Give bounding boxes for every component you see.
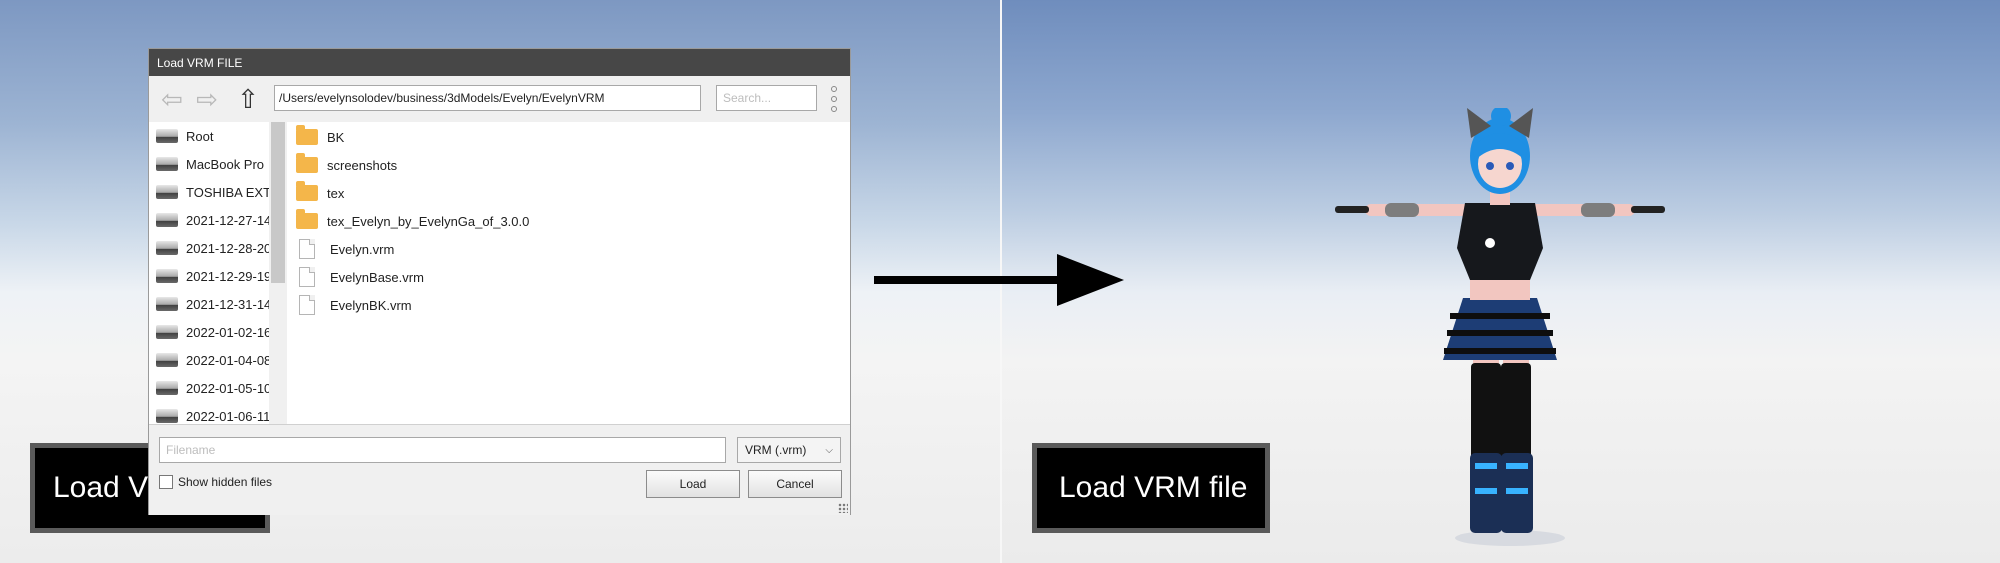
forward-arrow-icon[interactable]: ⇨ <box>192 84 222 114</box>
sidebar-item-drive[interactable]: 2022-01-02-16 <box>156 318 276 346</box>
resize-grip-icon[interactable] <box>838 503 848 513</box>
file-list: BK screenshots tex tex_Evelyn_by_EvelynG… <box>288 122 850 424</box>
file-icon <box>299 295 315 315</box>
sidebar-item-label: 2021-12-29-19 <box>186 268 272 284</box>
sidebar-item-label: 2021-12-27-14 <box>186 212 272 228</box>
sidebar-item-drive[interactable]: 2021-12-28-20 <box>156 234 276 262</box>
dialog-title: Load VRM FILE <box>157 55 243 70</box>
sidebar-item-label: MacBook Pro <box>186 156 265 172</box>
file-name: tex_Evelyn_by_EvelynGa_of_3.0.0 <box>327 213 530 229</box>
folder-icon <box>296 209 318 229</box>
back-arrow-icon[interactable]: ⇦ <box>157 84 187 114</box>
drive-icon <box>156 185 178 199</box>
load-vrm-button-right-label: Load VRM file <box>1059 471 1248 504</box>
sidebar-item-drive[interactable]: 2022-01-06-11 <box>156 402 276 424</box>
filename-input[interactable]: Filename <box>159 437 726 463</box>
up-arrow-icon[interactable]: ⇧ <box>233 84 263 114</box>
drive-sidebar: Root MacBook Pro TOSHIBA EXT 2021-12-27-… <box>149 122 289 424</box>
right-arrow-icon <box>874 254 1124 306</box>
file-name: BK <box>327 129 345 145</box>
search-input[interactable]: Search... <box>716 85 817 111</box>
file-name: screenshots <box>327 157 398 173</box>
drive-icon <box>156 381 178 395</box>
filetype-value: VRM (.vrm) <box>745 443 807 457</box>
load-vrm-dialog: Load VRM FILE ⇦ ⇨ ⇧ /Users/evelynsolodev… <box>148 48 851 515</box>
drive-icon <box>156 269 178 283</box>
list-item-file[interactable]: EvelynBase.vrm <box>296 264 424 290</box>
list-item-folder[interactable]: screenshots <box>296 152 397 178</box>
sidebar-item-label: 2021-12-28-20 <box>186 240 272 256</box>
show-hidden-checkbox[interactable] <box>159 475 173 489</box>
sidebar-item-label: 2022-01-06-11 <box>186 408 271 424</box>
sidebar-item-label: 2021-12-31-14 <box>186 296 272 312</box>
sidebar-item-drive[interactable]: 2021-12-27-14 <box>156 206 276 234</box>
sidebar-item-label: 2022-01-02-16 <box>186 324 272 340</box>
sidebar-item-drive[interactable]: 2021-12-31-14 <box>156 290 276 318</box>
load-vrm-button-right[interactable]: Load VRM file <box>1032 443 1270 533</box>
vrm-avatar-model <box>1335 108 1665 546</box>
more-options-icon[interactable] <box>826 86 842 112</box>
show-hidden-row[interactable]: Show hidden files <box>159 475 272 489</box>
sidebar-item-root[interactable]: Root <box>156 122 276 150</box>
sidebar-item-toshiba[interactable]: TOSHIBA EXT <box>156 178 276 206</box>
list-item-folder[interactable]: tex_Evelyn_by_EvelynGa_of_3.0.0 <box>296 208 529 234</box>
chevron-down-icon: ⌵ <box>825 444 833 456</box>
drive-icon <box>156 353 178 367</box>
sidebar-item-label: 2022-01-04-08 <box>186 352 272 368</box>
sidebar-item-macbook[interactable]: MacBook Pro <box>156 150 276 178</box>
list-item-folder[interactable]: BK <box>296 124 344 150</box>
sidebar-item-drive[interactable]: 2022-01-04-08 <box>156 346 276 374</box>
drive-icon <box>156 325 178 339</box>
file-name: EvelynBase.vrm <box>330 269 424 285</box>
dialog-footer: Filename VRM (.vrm) ⌵ Show hidden files … <box>149 424 850 515</box>
list-item-file[interactable]: Evelyn.vrm <box>296 236 394 262</box>
folder-icon <box>296 153 318 173</box>
drive-icon <box>156 409 178 423</box>
sidebar-scrollbar-thumb[interactable] <box>271 122 285 283</box>
path-input[interactable]: /Users/evelynsolodev/business/3dModels/E… <box>274 85 701 111</box>
drive-icon <box>156 157 178 171</box>
sidebar-item-label: Root <box>186 128 214 144</box>
drive-icon <box>156 129 178 143</box>
show-hidden-label: Show hidden files <box>178 475 273 489</box>
file-name: Evelyn.vrm <box>330 241 395 257</box>
dialog-titlebar[interactable]: Load VRM FILE <box>149 49 850 76</box>
sidebar-item-label: 2022-01-05-10 <box>186 380 272 396</box>
file-icon <box>299 267 315 287</box>
drive-icon <box>156 241 178 255</box>
filetype-select[interactable]: VRM (.vrm) ⌵ <box>737 437 841 463</box>
sidebar-item-drive[interactable]: 2022-01-05-10 <box>156 374 276 402</box>
drive-icon <box>156 297 178 311</box>
dialog-toolbar: ⇦ ⇨ ⇧ /Users/evelynsolodev/business/3dMo… <box>149 76 850 122</box>
list-item-folder[interactable]: tex <box>296 180 344 206</box>
list-item-file[interactable]: EvelynBK.vrm <box>296 292 412 318</box>
sidebar-item-label: TOSHIBA EXT <box>186 184 272 200</box>
drive-icon <box>156 213 178 227</box>
file-name: EvelynBK.vrm <box>330 297 412 313</box>
cancel-button[interactable]: Cancel <box>748 470 842 498</box>
sidebar-scrollbar[interactable] <box>269 122 287 424</box>
sidebar-item-drive[interactable]: 2021-12-29-19 <box>156 262 276 290</box>
folder-icon <box>296 181 318 201</box>
folder-icon <box>296 125 318 145</box>
file-name: tex <box>327 185 345 201</box>
file-icon <box>299 239 315 259</box>
load-button[interactable]: Load <box>646 470 740 498</box>
